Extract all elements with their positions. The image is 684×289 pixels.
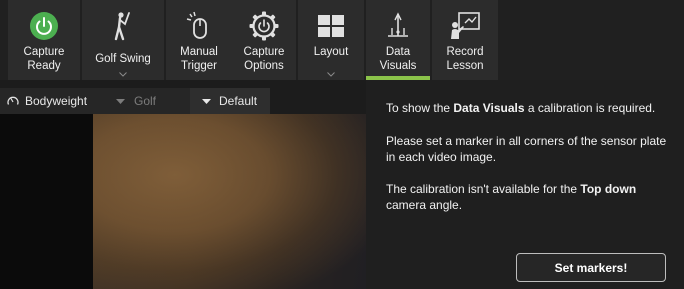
info-bold: Top down [580,182,637,196]
bodyweight-label: Bodyweight [25,94,88,108]
default-filter[interactable]: Default [190,88,270,114]
manual-trigger-label: Manual Trigger [180,46,218,72]
bodyweight-filter[interactable]: Bodyweight [0,88,108,114]
golf-filter[interactable]: Golf [108,88,190,114]
capture-options-button[interactable]: Capture Options [232,0,296,80]
set-markers-button[interactable]: Set markers! [516,253,666,282]
info-text: camera angle. [386,198,463,212]
record-lesson-label: Record Lesson [446,46,484,72]
capture-ready-button[interactable]: Capture Ready [8,0,80,80]
golf-swing-label: Golf Swing [95,53,151,65]
presenter-board-icon [451,12,480,39]
data-visuals-icon [388,12,408,37]
filter-bar: Bodyweight Golf Default [0,88,270,114]
info-text: The calibration isn't available for the [386,182,581,196]
gear-power-icon [249,11,279,41]
gauge-icon [7,96,19,105]
golfer-icon [114,12,130,41]
capture-ready-label: Capture Ready [23,46,65,72]
toolbar: Capture Ready Golf Swing Manual Trigger [0,0,684,80]
power-icon [30,12,58,40]
golf-label: Golf [134,94,157,108]
chevron-down-icon [119,72,127,77]
data-visuals-button[interactable]: Data Visuals [366,0,430,80]
default-label: Default [219,94,258,108]
info-bold: Data Visuals [453,101,525,115]
caret-down-icon [202,98,211,104]
layout-label: Layout [313,46,349,58]
capture-options-label: Capture Options [243,46,285,72]
video-frame-empty [0,114,93,289]
manual-trigger-button[interactable]: Manual Trigger [166,0,232,80]
caret-down-icon [116,98,125,104]
chevron-down-icon [327,72,335,77]
layout-button[interactable]: Layout [298,0,364,80]
golf-swing-button[interactable]: Golf Swing [82,0,164,80]
mouse-click-icon [186,11,207,39]
record-lesson-button[interactable]: Record Lesson [432,0,498,80]
info-text: a calibration is required. [524,101,656,115]
set-marker-instructions: Please set a marker in all corners of th… [386,134,667,164]
info-text: To show the [386,101,454,115]
top-down-note: The calibration isn't available for the … [386,181,666,213]
video-image[interactable] [93,114,366,289]
grid-layout-icon [318,15,344,37]
data-visuals-label: Data Visuals [379,46,417,72]
calibration-required-text: To show the Data Visuals a calibration i… [386,100,676,116]
